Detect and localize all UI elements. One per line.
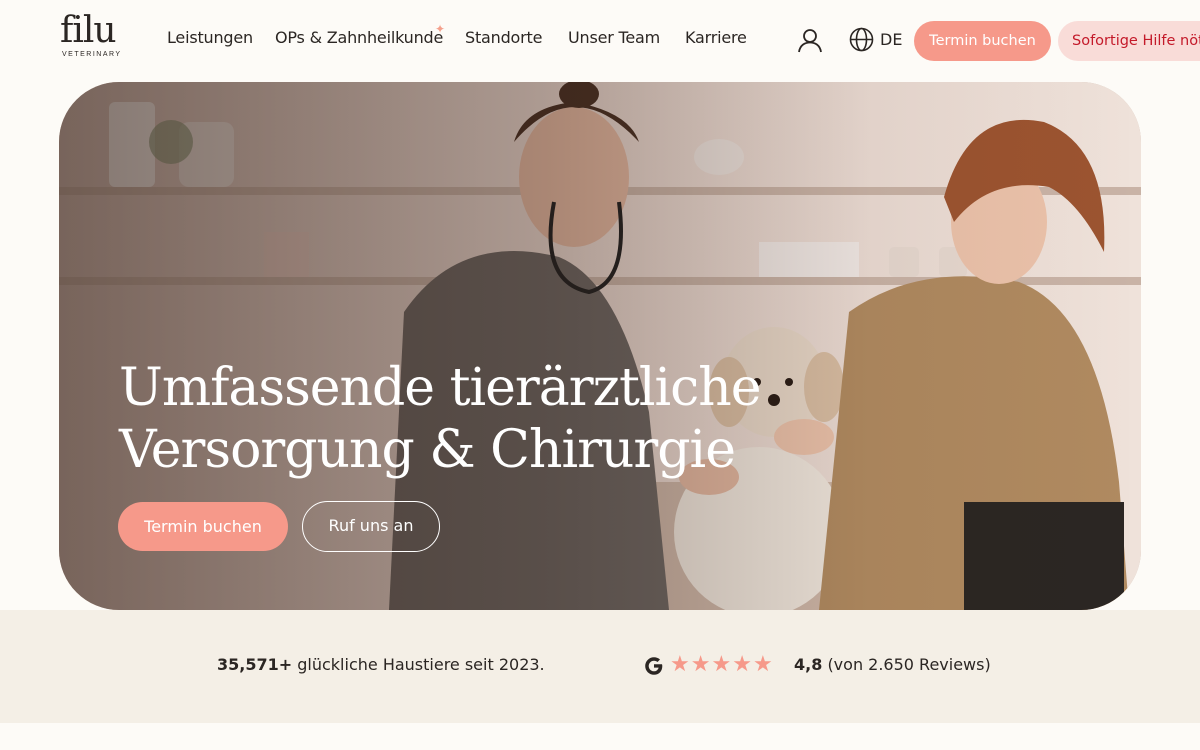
user-icon[interactable] bbox=[797, 27, 823, 53]
nav-item-unser-team[interactable]: Unser Team bbox=[568, 28, 660, 47]
nav-item-leistungen[interactable]: Leistungen bbox=[167, 28, 253, 47]
star-icon: ★ bbox=[752, 652, 773, 677]
star-icon: ★ bbox=[711, 652, 732, 677]
hero-title-line-2: Versorgung & Chirurgie bbox=[119, 420, 736, 480]
happy-pets-stat: 35,571+ glückliche Haustiere seit 2023. bbox=[217, 655, 545, 674]
nav-item-karriere[interactable]: Karriere bbox=[685, 28, 747, 47]
globe-icon bbox=[849, 27, 874, 52]
nav-item-standorte[interactable]: Standorte bbox=[465, 28, 542, 47]
language-label: DE bbox=[880, 30, 903, 49]
rating-text: (von 2.650 Reviews) bbox=[827, 655, 991, 674]
rating-stars: ★★★★★ bbox=[670, 653, 774, 677]
hero-section: Umfassende tierärztliche Versorgung & Ch… bbox=[59, 82, 1141, 610]
emergency-help-button[interactable]: Sofortige Hilfe nötig bbox=[1058, 21, 1200, 61]
star-icon: ★ bbox=[732, 652, 752, 677]
page-background bbox=[0, 723, 1200, 750]
logo-wordmark: filu bbox=[60, 10, 117, 51]
book-appointment-button[interactable]: Termin buchen bbox=[914, 21, 1051, 61]
rating-summary: 4,8 (von 2.650 Reviews) bbox=[794, 655, 991, 674]
pets-count: 35,571+ bbox=[217, 655, 293, 674]
hero-title: Umfassende tierärztliche Versorgung & Ch… bbox=[119, 357, 799, 481]
hero-call-us-button[interactable]: Ruf uns an bbox=[302, 501, 440, 552]
sparkle-icon: ✦ bbox=[435, 22, 446, 36]
rating-value: 4,8 bbox=[794, 655, 823, 674]
site-header: filu VETERINARY Leistungen OPs & Zahnhei… bbox=[0, 0, 1200, 82]
logo-subtitle: VETERINARY bbox=[62, 51, 122, 58]
hero-book-appointment-button[interactable]: Termin buchen bbox=[118, 502, 288, 551]
google-icon bbox=[645, 657, 663, 675]
hero-title-line-1: Umfassende tierärztliche bbox=[119, 358, 762, 418]
filu-logo[interactable]: filu VETERINARY bbox=[60, 13, 130, 63]
star-icon: ★ bbox=[690, 652, 711, 677]
star-icon: ★ bbox=[670, 652, 690, 677]
pets-text: glückliche Haustiere seit 2023. bbox=[297, 655, 545, 674]
nav-item-ops-zahnheilkunde[interactable]: OPs & Zahnheilkunde bbox=[275, 28, 443, 47]
stats-strip: 35,571+ glückliche Haustiere seit 2023. … bbox=[0, 610, 1200, 723]
